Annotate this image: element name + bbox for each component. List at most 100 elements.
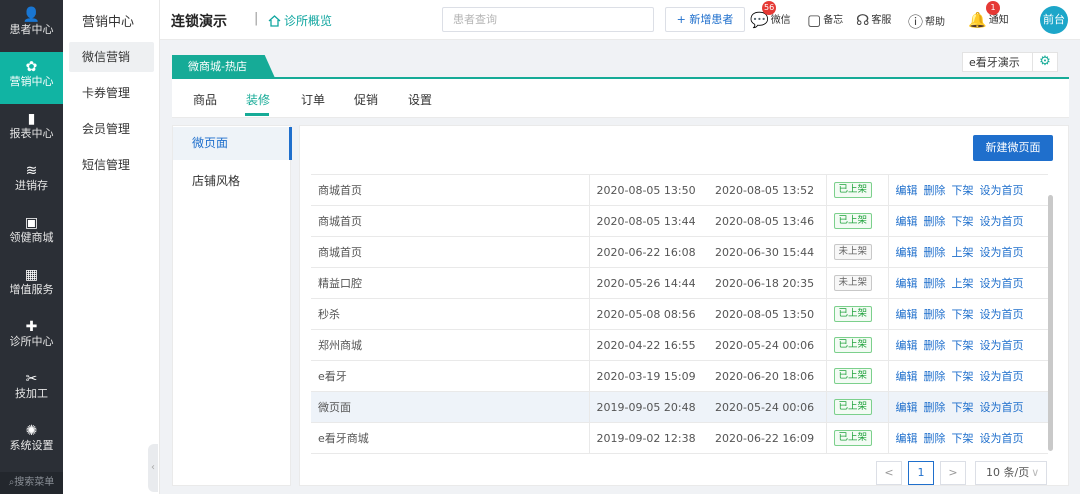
- help-icon: ⓘ: [908, 13, 924, 31]
- clinic-overview-link[interactable]: 诊所概览: [268, 12, 332, 29]
- toggle-shelf-link[interactable]: 下架: [952, 184, 974, 197]
- page-name: 商城首页: [311, 174, 589, 206]
- edit-link[interactable]: 编辑: [896, 246, 918, 259]
- subnav-item-members[interactable]: 会员管理: [69, 114, 154, 144]
- delete-link[interactable]: 删除: [924, 401, 946, 414]
- subnav-item-sms[interactable]: 短信管理: [69, 150, 154, 180]
- delete-link[interactable]: 删除: [924, 308, 946, 321]
- add-patient-button[interactable]: + 新增患者: [665, 7, 745, 32]
- home-icon: [268, 15, 281, 27]
- rail-item-mall[interactable]: ▣ 领健商城: [0, 208, 63, 260]
- edit-link[interactable]: 编辑: [896, 401, 918, 414]
- edit-link[interactable]: 编辑: [896, 432, 918, 445]
- toggle-shelf-link[interactable]: 下架: [952, 432, 974, 445]
- new-micro-page-button[interactable]: 新建微页面: [973, 135, 1053, 161]
- actions-cell: 编辑 删除 上架 设为首页: [888, 236, 1048, 268]
- edit-link[interactable]: 编辑: [896, 370, 918, 383]
- set-home-link[interactable]: 设为首页: [980, 277, 1024, 290]
- user-avatar[interactable]: 前台: [1040, 6, 1068, 34]
- page-number-button[interactable]: 1: [908, 461, 934, 485]
- subnav-item-wechat-marketing[interactable]: 微信营销: [69, 42, 154, 72]
- rail-item-lab[interactable]: ✂ 技加工: [0, 364, 63, 416]
- table-row: 郑州商城 2020-04-22 16:55 2020-05-24 00:06 已上架编…: [311, 329, 1048, 361]
- delete-link[interactable]: 删除: [924, 246, 946, 259]
- menu-search[interactable]: ⌕搜索菜单: [0, 472, 63, 494]
- actions-cell: 编辑 删除 下架 设为首页: [888, 174, 1048, 206]
- updated-time: 2020-08-05 13:52: [708, 174, 826, 206]
- menu-search-label: 搜索菜单: [14, 477, 55, 488]
- bar-chart-icon: ▮: [27, 111, 36, 127]
- delete-link[interactable]: 删除: [924, 277, 946, 290]
- rail-item-marketing-center[interactable]: ✿ 营销中心: [0, 52, 63, 104]
- rail-item-label: 增值服务: [9, 283, 54, 296]
- table-row: 商城首页 2020-08-05 13:50 2020-08-05 13:52 已上架编…: [311, 174, 1048, 206]
- menu-item-store-style[interactable]: 店铺风格: [173, 165, 292, 198]
- wechat-button[interactable]: 💬 微信 56: [750, 1, 791, 29]
- delete-link[interactable]: 删除: [924, 370, 946, 383]
- tab-promotions[interactable]: 促销: [354, 91, 378, 108]
- delete-link[interactable]: 删除: [924, 432, 946, 445]
- module-tab[interactable]: 微商城-热店: [172, 55, 275, 78]
- rail-item-report-center[interactable]: ▮ 报表中心: [0, 104, 63, 156]
- set-home-link[interactable]: 设为首页: [980, 401, 1024, 414]
- status-badge: 已上架: [833, 430, 873, 446]
- delete-link[interactable]: 删除: [924, 215, 946, 228]
- edit-link[interactable]: 编辑: [896, 215, 918, 228]
- delete-link[interactable]: 删除: [924, 339, 946, 352]
- edit-link[interactable]: 编辑: [896, 277, 918, 290]
- set-home-link[interactable]: 设为首页: [980, 432, 1024, 445]
- actions-cell: 编辑 删除 下架 设为首页: [888, 329, 1048, 361]
- help-label: 帮助: [925, 17, 946, 28]
- memo-button[interactable]: ▢ 备忘: [807, 11, 843, 29]
- set-home-link[interactable]: 设为首页: [980, 308, 1024, 321]
- collapse-handle[interactable]: ‹: [148, 444, 158, 492]
- created-time: 2020-05-08 08:56: [588, 298, 708, 330]
- toggle-shelf-link[interactable]: 下架: [952, 215, 974, 228]
- rail-item-settings[interactable]: ✺ 系统设置: [0, 416, 63, 468]
- subnav-item-coupons[interactable]: 卡券管理: [69, 78, 154, 108]
- edit-link[interactable]: 编辑: [896, 308, 918, 321]
- set-home-link[interactable]: 设为首页: [980, 339, 1024, 352]
- toggle-shelf-link[interactable]: 下架: [952, 308, 974, 321]
- store-settings-button[interactable]: ⚙: [1032, 52, 1058, 72]
- rail-item-clinic-center[interactable]: ✚ 诊所中心: [0, 312, 63, 364]
- org-name: 连锁演示: [171, 14, 227, 30]
- toggle-shelf-link[interactable]: 上架: [952, 246, 974, 259]
- edit-link[interactable]: 编辑: [896, 339, 918, 352]
- actions-cell: 编辑 删除 下架 设为首页: [888, 422, 1048, 454]
- tab-orders[interactable]: 订单: [301, 91, 325, 108]
- rail-item-patient-center[interactable]: 👤 患者中心: [0, 0, 63, 52]
- service-button[interactable]: ☊ 客服: [856, 11, 891, 29]
- toggle-shelf-link[interactable]: 上架: [952, 277, 974, 290]
- toggle-shelf-link[interactable]: 下架: [952, 401, 974, 414]
- table-row: 商城首页 2020-06-22 16:08 2020-06-30 15:44 未上架编…: [311, 236, 1048, 268]
- notify-button[interactable]: 🔔 通知 1: [968, 1, 1009, 29]
- edit-link[interactable]: 编辑: [896, 184, 918, 197]
- menu-item-micro-pages[interactable]: 微页面: [173, 127, 292, 160]
- page-size-select[interactable]: 10 条/页 ∨: [975, 461, 1047, 485]
- status-badge: 已上架: [833, 213, 873, 229]
- store-select[interactable]: e看牙演示: [962, 52, 1032, 72]
- delete-link[interactable]: 删除: [924, 184, 946, 197]
- set-home-link[interactable]: 设为首页: [980, 215, 1024, 228]
- rail-item-value-added[interactable]: ▦ 增值服务: [0, 260, 63, 312]
- set-home-link[interactable]: 设为首页: [980, 370, 1024, 383]
- table-row: 微页面 2019-09-05 20:48 2020-05-24 00:06 已上架 编辑…: [311, 391, 1048, 423]
- help-button[interactable]: ⓘ 帮助: [908, 11, 945, 32]
- tab-decoration[interactable]: 装修: [246, 91, 270, 108]
- toggle-shelf-link[interactable]: 下架: [952, 370, 974, 383]
- patient-search-input[interactable]: [442, 7, 654, 32]
- table-scrollbar[interactable]: [1048, 195, 1053, 451]
- next-page-button[interactable]: >: [940, 461, 966, 485]
- rail-item-label: 系统设置: [9, 439, 54, 452]
- tab-settings[interactable]: 设置: [408, 91, 432, 108]
- tab-products[interactable]: 商品: [193, 91, 217, 108]
- main-rail: 👤 患者中心 ✿ 营销中心 ▮ 报表中心 ≋ 进销存 ▣ 领健商城 ▦ 增值服务…: [0, 0, 63, 494]
- set-home-link[interactable]: 设为首页: [980, 184, 1024, 197]
- actions-cell: 编辑 删除 下架 设为首页: [888, 298, 1048, 330]
- prev-page-button[interactable]: <: [876, 461, 902, 485]
- set-home-link[interactable]: 设为首页: [980, 246, 1024, 259]
- status-cell: 未上架: [825, 236, 889, 268]
- rail-item-inventory[interactable]: ≋ 进销存: [0, 156, 63, 208]
- toggle-shelf-link[interactable]: 下架: [952, 339, 974, 352]
